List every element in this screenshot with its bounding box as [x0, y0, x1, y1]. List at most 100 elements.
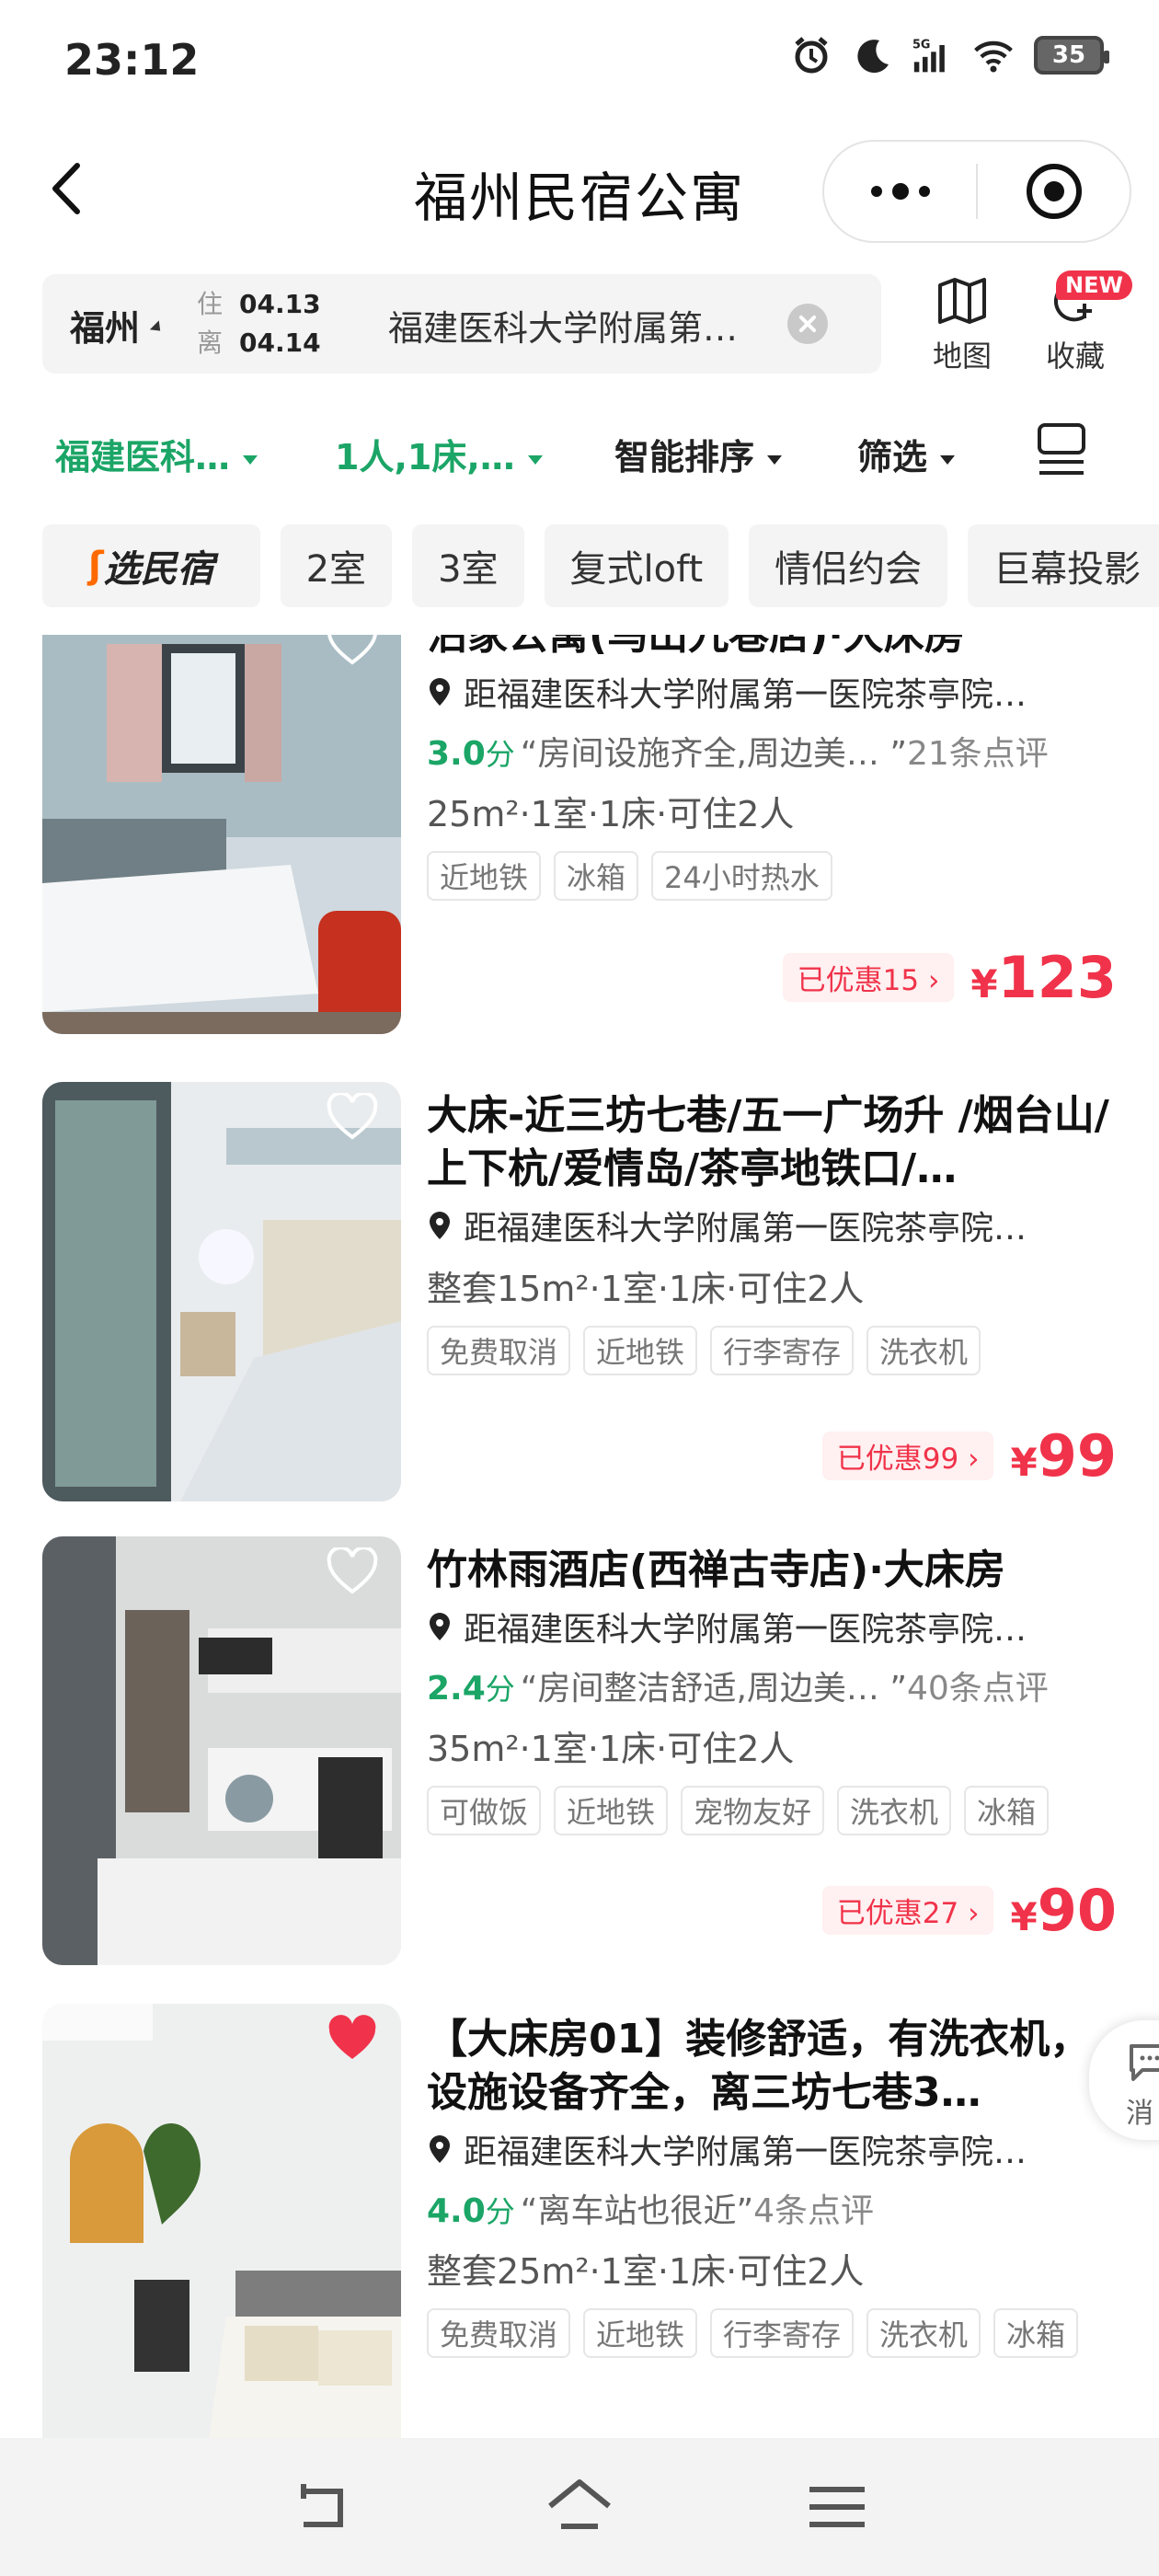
feature-tags: 近地铁 冰箱 24小时热水 — [427, 851, 1126, 901]
listing-location: 距福建医科大学附属第一医院茶亭院… — [427, 668, 1126, 716]
sort-filter[interactable]: 智能排序 — [614, 429, 783, 479]
tag-item[interactable]: 巨幕投影 — [968, 524, 1159, 607]
status-bar: 23:12 5G 35 — [0, 0, 1159, 129]
favorite-heart-icon[interactable] — [326, 1091, 379, 1141]
listing-rating: 3.0分 “房间设施齐全,周边美… ”21条点评 — [427, 727, 1126, 775]
review-count: 4条点评 — [753, 2192, 875, 2230]
listing-location-text: 距福建医科大学附属第一医院茶亭院… — [464, 676, 1027, 714]
bedroom-photo — [42, 1082, 401, 1501]
more-button[interactable] — [824, 142, 976, 241]
currency-symbol: ¥ — [970, 961, 998, 1006]
discount-badge[interactable]: 已优惠99 › — [821, 1432, 994, 1480]
dropdown-caret-icon — [243, 454, 258, 465]
location-pin-icon — [430, 2135, 450, 2163]
listing-location: 距福建医科大学附属第一医院茶亭院… — [427, 2125, 1126, 2173]
system-home-button[interactable] — [543, 2475, 616, 2539]
checkin-label: 住 — [197, 289, 224, 319]
city-selector[interactable]: 福州 — [70, 300, 140, 351]
clear-search-icon[interactable] — [787, 304, 828, 344]
target-close-icon — [1026, 164, 1082, 219]
review-count: 40条点评 — [907, 1670, 1049, 1708]
review-count: 21条点评 — [907, 735, 1049, 773]
listing-rating: 2.4分 “房间整洁舒适,周边美… ”40条点评 — [427, 1662, 1126, 1709]
feature-tag: 近地铁 — [583, 2308, 698, 2358]
price-row: 已优惠15 › ¥123 — [782, 944, 1117, 1011]
status-icons: 5G 35 — [791, 35, 1109, 75]
checkout-date: 04.14 — [239, 328, 321, 358]
feature-tag: 洗衣机 — [866, 2308, 981, 2358]
list-view-toggle[interactable] — [1036, 421, 1087, 478]
listing-card[interactable]: 泊家公寓(乌山九巷店)·大床房 距福建医科大学附属第一医院茶亭院… 3.0分 “房… — [0, 635, 1159, 1040]
guests-filter[interactable]: 1人,1床,… — [335, 429, 543, 479]
price-value: 123 — [997, 944, 1117, 1011]
listing-photo[interactable] — [42, 2004, 401, 2438]
feature-tag: 24小时热水 — [651, 851, 832, 901]
system-menu-button[interactable] — [800, 2475, 874, 2539]
feature-tag: 免费取消 — [427, 1326, 571, 1375]
rating-quote: “房间设施齐全,周边美… ” — [520, 735, 907, 773]
tag-item[interactable]: 情侣约会 — [749, 524, 948, 607]
favorite-heart-icon[interactable] — [326, 635, 379, 666]
date-selector[interactable]: 住 04.13 离 04.14 — [197, 285, 321, 362]
listing-card[interactable]: 大床-近三坊七巷/五一广场升 /烟台山/上下杭/爱情岛/茶亭地铁口/… 距福建医… — [0, 1082, 1159, 1505]
rating-score: 2.4 — [427, 1670, 486, 1708]
location-filter[interactable]: 福建医科… — [55, 429, 258, 479]
close-mini-program-button[interactable] — [978, 142, 1130, 241]
listing-list: 泊家公寓(乌山九巷店)·大床房 距福建医科大学附属第一医院茶亭院… 3.0分 “房… — [0, 635, 1159, 2438]
listing-title: 【大床房01】装修舒适，有洗衣机，设施设备齐全，离三坊七巷3… — [427, 2016, 1091, 2116]
discount-badge[interactable]: 已优惠15 › — [782, 953, 955, 1002]
feature-tags: 免费取消 近地铁 行李寄存 洗衣机 冰箱 — [427, 2308, 1126, 2358]
listing-spec: 整套15m²·1室·1床·可住2人 — [427, 1269, 865, 1309]
room-photo — [42, 1536, 401, 1965]
tag-item[interactable]: 复式loft — [544, 524, 729, 607]
price-row: 已优惠99 › ¥99 — [821, 1422, 1117, 1489]
location-pin-icon — [430, 1613, 450, 1640]
home-icon — [548, 2479, 611, 2529]
feature-tag: 近地铁 — [554, 1786, 669, 1835]
feature-tag: 洗衣机 — [837, 1786, 952, 1835]
tag-item[interactable]: 3室 — [412, 524, 524, 607]
favorite-heart-icon[interactable] — [326, 2015, 379, 2063]
alarm-icon — [791, 35, 832, 75]
dropdown-caret-icon — [527, 454, 543, 465]
search-box[interactable]: 福州 住 04.13 离 04.14 福建医科大学附属第… — [42, 274, 881, 374]
rating-unit: 分 — [485, 2194, 515, 2229]
dropdown-caret-icon — [767, 454, 783, 465]
listing-location-text: 距福建医科大学附属第一医院茶亭院… — [464, 1210, 1027, 1248]
system-back-button[interactable] — [285, 2475, 359, 2539]
location-filter-label: 福建医科… — [55, 437, 231, 477]
nav-bar: 福州民宿公寓 — [0, 136, 1159, 247]
page: { "status": {"time": "23:12", "battery":… — [0, 0, 1159, 2576]
listing-photo[interactable] — [42, 635, 401, 1034]
checkout-label: 离 — [197, 328, 224, 358]
back-arrow-icon — [301, 2484, 343, 2527]
listing-card[interactable]: 【大床房01】装修舒适，有洗衣机，设施设备齐全，离三坊七巷3… 距福建医科大学附… — [0, 2004, 1159, 2438]
more-filter[interactable]: 筛选 — [857, 429, 956, 479]
listing-title: 泊家公寓(乌山九巷店)·大床房 — [427, 635, 965, 659]
bedroom-photo — [42, 635, 401, 1034]
map-button[interactable]: 地图 — [925, 276, 999, 375]
feature-tag: 冰箱 — [554, 851, 639, 901]
price-value: 99 — [1037, 1422, 1117, 1489]
listing-photo[interactable] — [42, 1082, 401, 1501]
tag-brand[interactable]: ʃ 选民宿 — [42, 524, 260, 607]
listing-location: 距福建医科大学附属第一医院茶亭院… — [427, 1202, 1126, 1249]
discount-badge[interactable]: 已优惠27 › — [821, 1886, 994, 1935]
status-time: 23:12 — [64, 35, 200, 85]
listing-price: ¥90 — [1010, 1877, 1117, 1944]
listing-spec: 整套25m²·1室·1床·可住2人 — [427, 2251, 865, 2292]
tag-item[interactable]: 2室 — [280, 524, 393, 607]
favorite-heart-icon[interactable] — [326, 1546, 379, 1595]
currency-symbol: ¥ — [1010, 1894, 1038, 1939]
mini-program-capsule — [822, 140, 1131, 243]
search-keyword[interactable]: 福建医科大学附属第… — [388, 300, 802, 351]
battery-icon: 35 — [1034, 36, 1109, 75]
checkin-date: 04.13 — [239, 289, 321, 319]
rating-unit: 分 — [485, 737, 515, 772]
feature-tag: 近地铁 — [427, 851, 542, 901]
listing-card[interactable]: 竹林雨酒店(西禅古寺店)·大床房 距福建医科大学附属第一医院茶亭院… 2.4分 “… — [0, 1536, 1159, 1969]
new-badge: NEW — [1056, 270, 1132, 300]
listing-photo[interactable] — [42, 1536, 401, 1965]
rating-quote: “离车站也很近” — [520, 2192, 754, 2230]
listing-spec: 25m²·1室·1床·可住2人 — [427, 794, 795, 834]
